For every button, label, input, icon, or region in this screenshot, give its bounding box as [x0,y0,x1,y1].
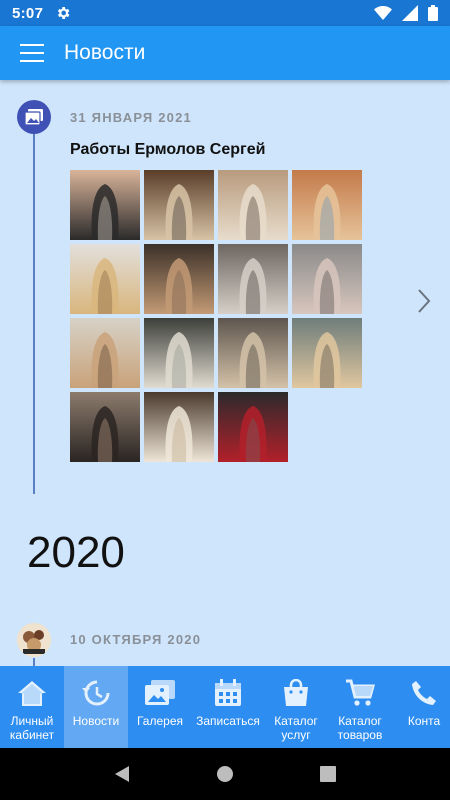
gallery-photo[interactable] [144,170,214,240]
calendar-icon [215,679,241,706]
gallery-icon [145,680,175,705]
home-icon [18,681,46,706]
menu-button[interactable] [0,26,64,80]
nav-item-book[interactable]: Записаться [192,666,264,748]
gallery-photo[interactable] [292,244,362,314]
post-date: 10 ОКТЯБРЯ 2020 [70,632,202,647]
nav-label: Каталог товаров [337,714,383,742]
wifi-icon [374,6,392,20]
back-icon[interactable] [113,765,131,783]
nav-item-contacts[interactable]: Конта [392,666,450,748]
signal-icon [402,5,418,21]
photo-grid [70,170,366,462]
status-time: 5:07 [12,4,44,22]
timeline-line [33,132,35,494]
nav-label: Каталог услуг [274,714,318,742]
status-bar: 5:07 [0,0,450,26]
gallery-photo[interactable] [70,392,140,462]
news-feed[interactable]: 31 ЯНВАРЯ 2021 Работы Ермолов Сергей 202… [0,80,450,666]
gallery-photo[interactable] [218,392,288,462]
gallery-photo[interactable] [218,244,288,314]
shopping-bag-icon [284,679,308,706]
phone-icon [412,681,436,705]
gallery-photo[interactable] [292,170,362,240]
nav-item-products-catalog[interactable]: Каталог товаров [328,666,392,748]
nav-item-gallery[interactable]: Галерея [128,666,192,748]
battery-icon [428,5,438,21]
system-navigation-bar [0,748,450,800]
status-indicators [374,5,438,21]
recents-icon[interactable] [319,765,337,783]
gallery-photo[interactable] [218,318,288,388]
gallery-photo[interactable] [144,244,214,314]
timeline-line [33,658,35,666]
post-date: 31 ЯНВАРЯ 2021 [70,110,192,125]
gallery-photo[interactable] [70,170,140,240]
nav-item-services-catalog[interactable]: Каталог услуг [264,666,328,748]
app-bar: Новости [0,26,450,80]
post-type-gallery-icon [17,100,51,134]
year-heading: 2020 [27,528,125,577]
gallery-photo[interactable] [144,392,214,462]
nav-item-news[interactable]: Новости [64,666,128,748]
nav-label: Личный кабинет [9,714,55,742]
gallery-photo[interactable] [70,244,140,314]
cart-icon [346,679,375,706]
history-icon [82,680,110,706]
page-title: Новости [64,41,146,64]
hamburger-menu-icon [20,44,44,62]
nav-label: Конта [407,714,441,728]
home-button-icon[interactable] [216,765,234,783]
bottom-navigation: Личный кабинет Новости Галерея Записатьс… [0,666,450,748]
gallery-photo[interactable] [70,318,140,388]
nav-label: Галерея [136,714,184,728]
nav-label: Новости [72,714,120,728]
chevron-right-icon[interactable] [412,286,436,316]
gallery-photo[interactable] [144,318,214,388]
nav-label: Записаться [196,714,260,728]
gallery-photo[interactable] [218,170,288,240]
settings-gear-icon [58,7,70,19]
post-title[interactable]: Работы Ермолов Сергей [70,141,265,159]
nav-item-personal-account[interactable]: Личный кабинет [0,666,64,748]
gallery-photo[interactable] [292,318,362,388]
post-avatar [17,623,51,657]
